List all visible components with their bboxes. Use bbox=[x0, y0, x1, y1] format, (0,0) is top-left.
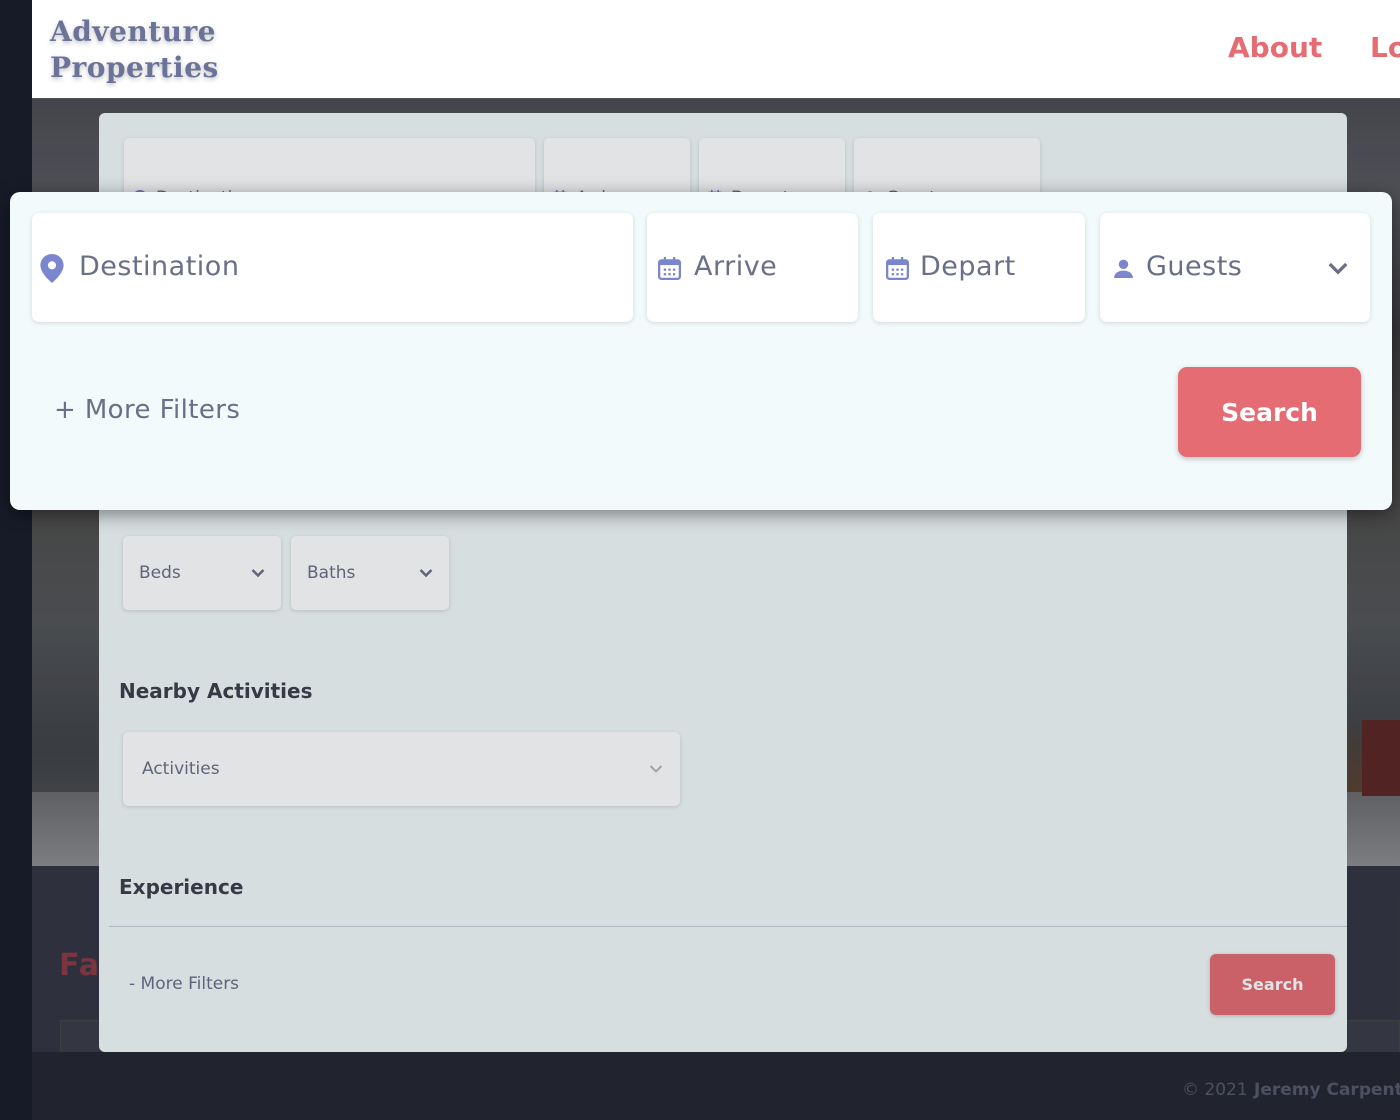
beds-select[interactable]: Beds bbox=[123, 536, 281, 610]
divider bbox=[109, 926, 1347, 927]
depart-placeholder: Depart bbox=[920, 251, 1016, 282]
less-filters-button[interactable]: - More Filters bbox=[129, 974, 239, 994]
logo-line-1: Adventure bbox=[50, 15, 217, 48]
more-filters-button[interactable]: + More Filters bbox=[54, 395, 240, 425]
guests-label: Guests bbox=[1146, 251, 1243, 282]
logo-line-2: Properties bbox=[50, 51, 219, 84]
page: Fa Adventure Properties About Lo Destina… bbox=[32, 0, 1400, 1120]
hero-red-building bbox=[1362, 720, 1400, 796]
baths-select[interactable]: Baths bbox=[291, 536, 449, 610]
nearby-activities-heading: Nearby Activities bbox=[119, 679, 313, 703]
arrive-placeholder: Arrive bbox=[694, 251, 778, 282]
nav-locations-link[interactable]: Lo bbox=[1370, 31, 1400, 64]
baths-label: Baths bbox=[307, 563, 356, 583]
guests-select[interactable]: Guests bbox=[1100, 213, 1370, 322]
featured-section-title: Fa bbox=[59, 948, 100, 983]
footer-author-link[interactable]: Jeremy Carpent bbox=[1254, 1080, 1400, 1100]
site-header: Adventure Properties About Lo bbox=[32, 0, 1400, 99]
chevron-down-icon bbox=[419, 569, 433, 578]
depart-field[interactable]: Depart bbox=[873, 213, 1085, 322]
nav-about-link[interactable]: About bbox=[1228, 31, 1322, 64]
person-icon bbox=[1114, 259, 1133, 278]
chevron-down-icon bbox=[649, 765, 663, 773]
activities-label: Activities bbox=[142, 759, 220, 779]
footer-copyright: © 2021 bbox=[1182, 1080, 1248, 1100]
experience-heading: Experience bbox=[119, 875, 244, 899]
site-logo[interactable]: Adventure Properties bbox=[50, 14, 219, 86]
beds-label: Beds bbox=[139, 563, 181, 583]
floating-search-bar: Destination Arrive Depart Guests + More … bbox=[10, 192, 1392, 510]
chevron-down-icon bbox=[251, 569, 265, 578]
destination-field[interactable]: Destination bbox=[32, 213, 633, 322]
search-button[interactable]: Search bbox=[1210, 954, 1335, 1015]
search-button[interactable]: Search bbox=[1178, 367, 1361, 457]
arrive-field[interactable]: Arrive bbox=[647, 213, 858, 322]
left-sidebar-strip bbox=[0, 0, 32, 1120]
destination-placeholder: Destination bbox=[79, 251, 240, 282]
chevron-down-icon bbox=[1328, 262, 1348, 275]
calendar-icon bbox=[658, 257, 681, 280]
calendar-icon bbox=[886, 257, 909, 280]
map-pin-icon bbox=[40, 254, 64, 283]
activities-select[interactable]: Activities bbox=[123, 732, 680, 806]
